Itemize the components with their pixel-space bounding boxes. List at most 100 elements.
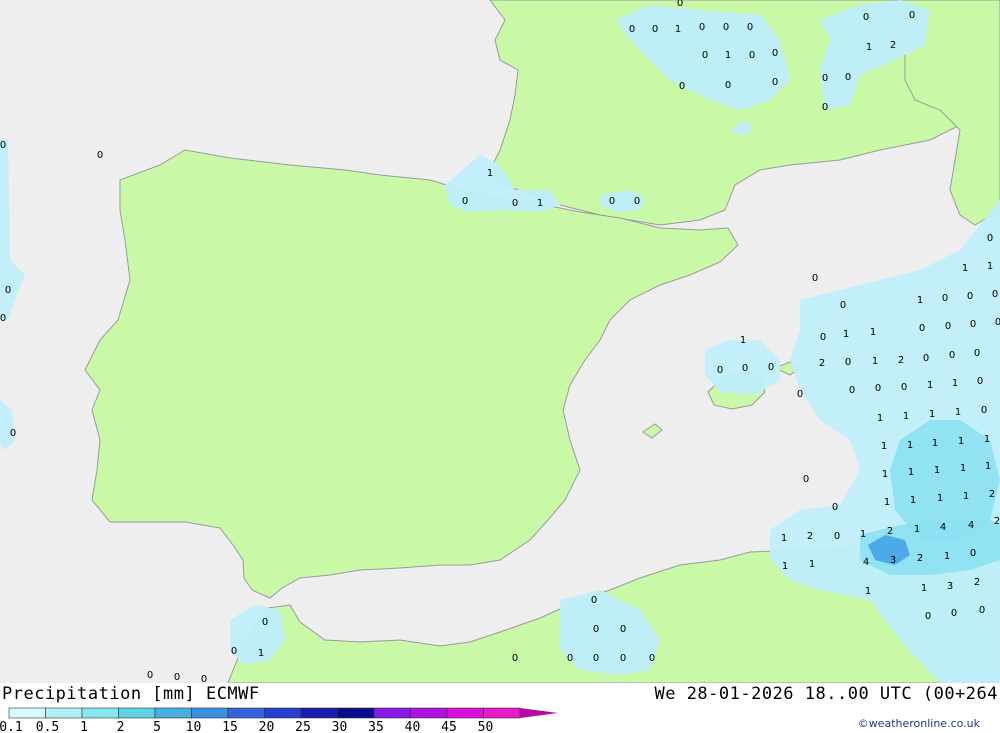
legend-swatch	[300, 707, 338, 719]
legend-tick-label: 10	[186, 720, 202, 733]
precip-value-label: 0	[863, 12, 869, 23]
legend-swatch	[373, 707, 411, 719]
precip-value-label: 0	[845, 72, 851, 83]
precip-value-label: 0	[942, 293, 948, 304]
legend-overflow-arrow	[520, 708, 558, 718]
precip-value-label: 2	[898, 355, 904, 366]
precip-value-label: 1	[963, 491, 969, 502]
precip-value-label: 0	[147, 670, 153, 681]
precip-value-label: 0	[591, 595, 597, 606]
precip-value-label: 0	[875, 383, 881, 394]
precip-value-label: 1	[872, 356, 878, 367]
precip-value-label: 1	[903, 411, 909, 422]
precip-value-label: 0	[923, 353, 929, 364]
precip-value-label: 0	[609, 196, 615, 207]
precip-value-label: 1	[962, 263, 968, 274]
precip-value-label: 0	[10, 428, 16, 439]
precip-value-label: 1	[985, 461, 991, 472]
precip-value-label: 1	[809, 559, 815, 570]
precip-value-label: 0	[772, 77, 778, 88]
precip-value-label: 2	[807, 531, 813, 542]
precip-value-label: 0	[0, 313, 6, 324]
precip-value-label: 0	[822, 102, 828, 113]
legend-swatch	[337, 707, 375, 719]
precip-value-label: 0	[974, 348, 980, 359]
precip-value-label: 0	[995, 317, 1000, 328]
legend-tick-label: 2	[117, 720, 125, 733]
credit-link[interactable]: ©weatheronline.co.uk	[858, 717, 980, 730]
precip-value-label: 1	[866, 42, 872, 53]
precip-value-label: 0	[987, 233, 993, 244]
precip-value-label: 2	[890, 40, 896, 51]
precip-value-label: 1	[860, 529, 866, 540]
legend-tick-label: 35	[368, 720, 384, 733]
legend-swatch	[154, 707, 192, 719]
precip-value-label: 0	[849, 385, 855, 396]
precip-value-label: 0	[512, 653, 518, 664]
precip-value-label: 4	[940, 522, 946, 533]
precip-value-label: 1	[932, 438, 938, 449]
precip-value-label: 0	[677, 0, 683, 9]
precip-value-label: 0	[620, 624, 626, 635]
precip-value-label: 1	[952, 378, 958, 389]
precip-value-label: 0	[97, 150, 103, 161]
precip-value-label: 0	[593, 653, 599, 664]
precip-value-label: 1	[843, 329, 849, 340]
precip-value-label: 0	[679, 81, 685, 92]
precip-value-label: 0	[977, 376, 983, 387]
precip-value-label: 0	[620, 653, 626, 664]
precip-value-label: 1	[884, 497, 890, 508]
precip-value-label: 3	[947, 581, 953, 592]
forecast-datetime: We 28-01-2026 18..00 UTC (00+264	[654, 684, 998, 704]
legend-swatch	[8, 707, 46, 719]
precip-value-label: 0	[634, 196, 640, 207]
precip-value-label: 0	[772, 48, 778, 59]
legend-tick-label: 20	[259, 720, 275, 733]
precip-value-label: 1	[881, 441, 887, 452]
precip-value-label: 0	[512, 198, 518, 209]
precip-value-label: 0	[717, 365, 723, 376]
legend-swatch	[483, 707, 521, 719]
precip-value-label: 0	[834, 531, 840, 542]
precip-value-label: 1	[908, 467, 914, 478]
precip-value-label: 0	[909, 10, 915, 21]
precip-value-label: 2	[989, 489, 995, 500]
precip-value-label: 4	[968, 520, 974, 531]
precip-value-label: 1	[927, 380, 933, 391]
precip-value-label: 0	[979, 605, 985, 616]
precip-value-label: 1	[929, 409, 935, 420]
precip-value-label: 0	[649, 653, 655, 664]
precip-value-label: 1	[934, 465, 940, 476]
precip-value-label: 0	[901, 382, 907, 393]
precip-value-label: 0	[723, 22, 729, 33]
precip-value-label: 1	[781, 533, 787, 544]
precip-value-label: 2	[994, 516, 1000, 527]
precip-value-label: 1	[917, 295, 923, 306]
legend-tick-label: 50	[478, 720, 494, 733]
precip-value-label: 1	[910, 495, 916, 506]
precip-value-label: 1	[958, 436, 964, 447]
precip-value-label: 0	[699, 22, 705, 33]
legend-swatch	[191, 707, 229, 719]
precip-value-label: 1	[865, 586, 871, 597]
map-title: Precipitation [mm] ECMWF	[2, 684, 260, 704]
precip-value-label: 0	[919, 323, 925, 334]
precip-value-label: 1	[725, 50, 731, 61]
legend-tick-label: 40	[405, 720, 421, 733]
precip-value-label: 0	[749, 50, 755, 61]
legend-swatch	[264, 707, 302, 719]
precip-value-label: 0	[803, 474, 809, 485]
precip-value-label: 3	[890, 555, 896, 566]
precip-value-label: 0	[462, 196, 468, 207]
precip-value-label: 0	[725, 80, 731, 91]
precip-value-label: 0	[967, 291, 973, 302]
precipitation-map[interactable]: 0 0 1 0 0 0 0 0 1 0 0 0 0 0 0 0 0 0 1 2 0 1 0 0 1 0 0 0 0 0 0 0 0 0 1 0 0 0 0 1…	[0, 0, 1000, 683]
precip-value-label: 2	[887, 526, 893, 537]
precip-value-label: 0	[567, 653, 573, 664]
legend-tick-label: 1	[80, 720, 88, 733]
precip-value-label: 0	[174, 672, 180, 683]
precip-value-label: 0	[747, 22, 753, 33]
legend-tick-label: 15	[222, 720, 238, 733]
precip-value-label: 0	[797, 389, 803, 400]
precip-value-label: 1	[877, 413, 883, 424]
